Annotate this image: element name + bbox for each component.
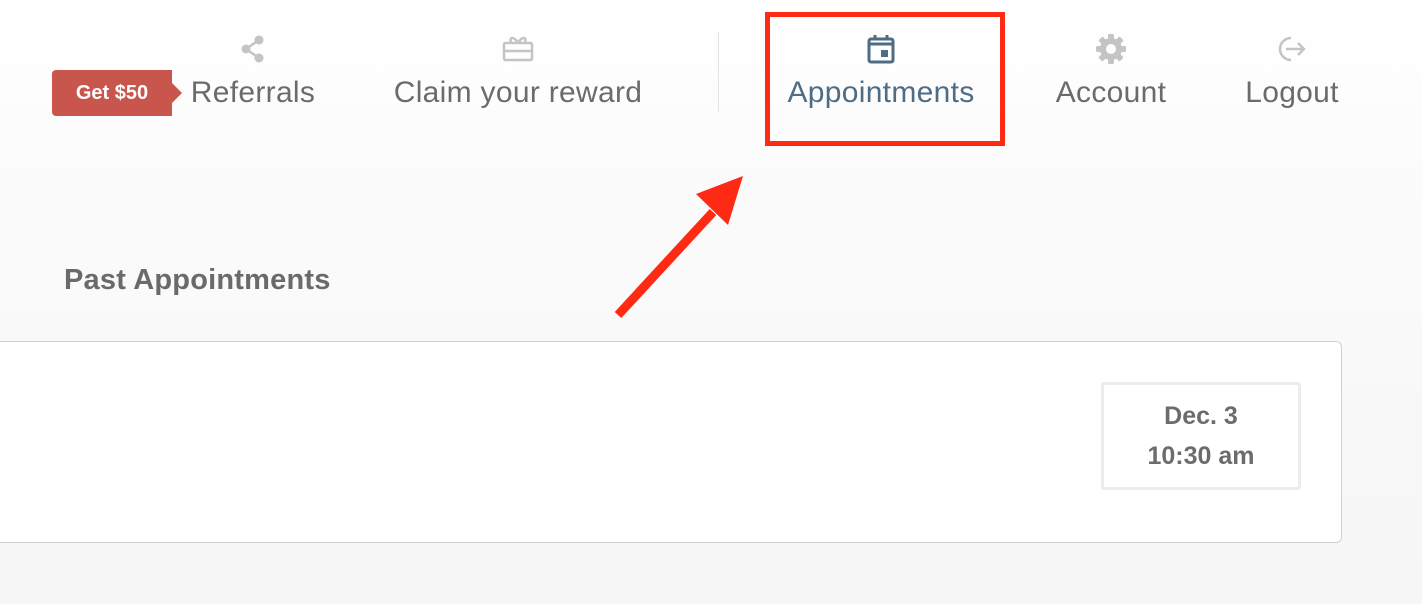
nav-divider: [718, 32, 719, 112]
gift-icon: [501, 32, 535, 66]
promo-label: Get $50: [75, 81, 149, 104]
nav-label-referrals: Referrals: [190, 76, 316, 109]
appointment-card[interactable]: Dec. 3 10:30 am: [0, 341, 1342, 543]
annotation-arrow: [614, 176, 743, 319]
nav-claim-reward[interactable]: Claim your reward: [384, 32, 652, 116]
nav-label-account: Account: [1055, 76, 1167, 109]
nav-label-appointments: Appointments: [787, 76, 975, 109]
nav-label-logout: Logout: [1245, 76, 1339, 109]
past-appointments-heading: Past Appointments: [64, 264, 331, 296]
appointment-datetime: Dec. 3 10:30 am: [1101, 382, 1301, 490]
appointment-date: Dec. 3: [1164, 402, 1238, 430]
appointment-time: 10:30 am: [1147, 442, 1255, 470]
get-50-badge[interactable]: Get $50: [52, 70, 182, 116]
gear-icon: [1094, 32, 1128, 66]
nav-account[interactable]: Account: [1048, 32, 1174, 116]
logout-icon: [1275, 32, 1309, 66]
nav-referrals[interactable]: Referrals: [186, 32, 320, 116]
nav-logout[interactable]: Logout: [1238, 32, 1346, 116]
share-icon: [236, 32, 270, 66]
nav-appointments[interactable]: Appointments: [776, 32, 986, 116]
nav-label-claim-reward: Claim your reward: [393, 76, 643, 109]
calendar-icon: [864, 32, 898, 66]
